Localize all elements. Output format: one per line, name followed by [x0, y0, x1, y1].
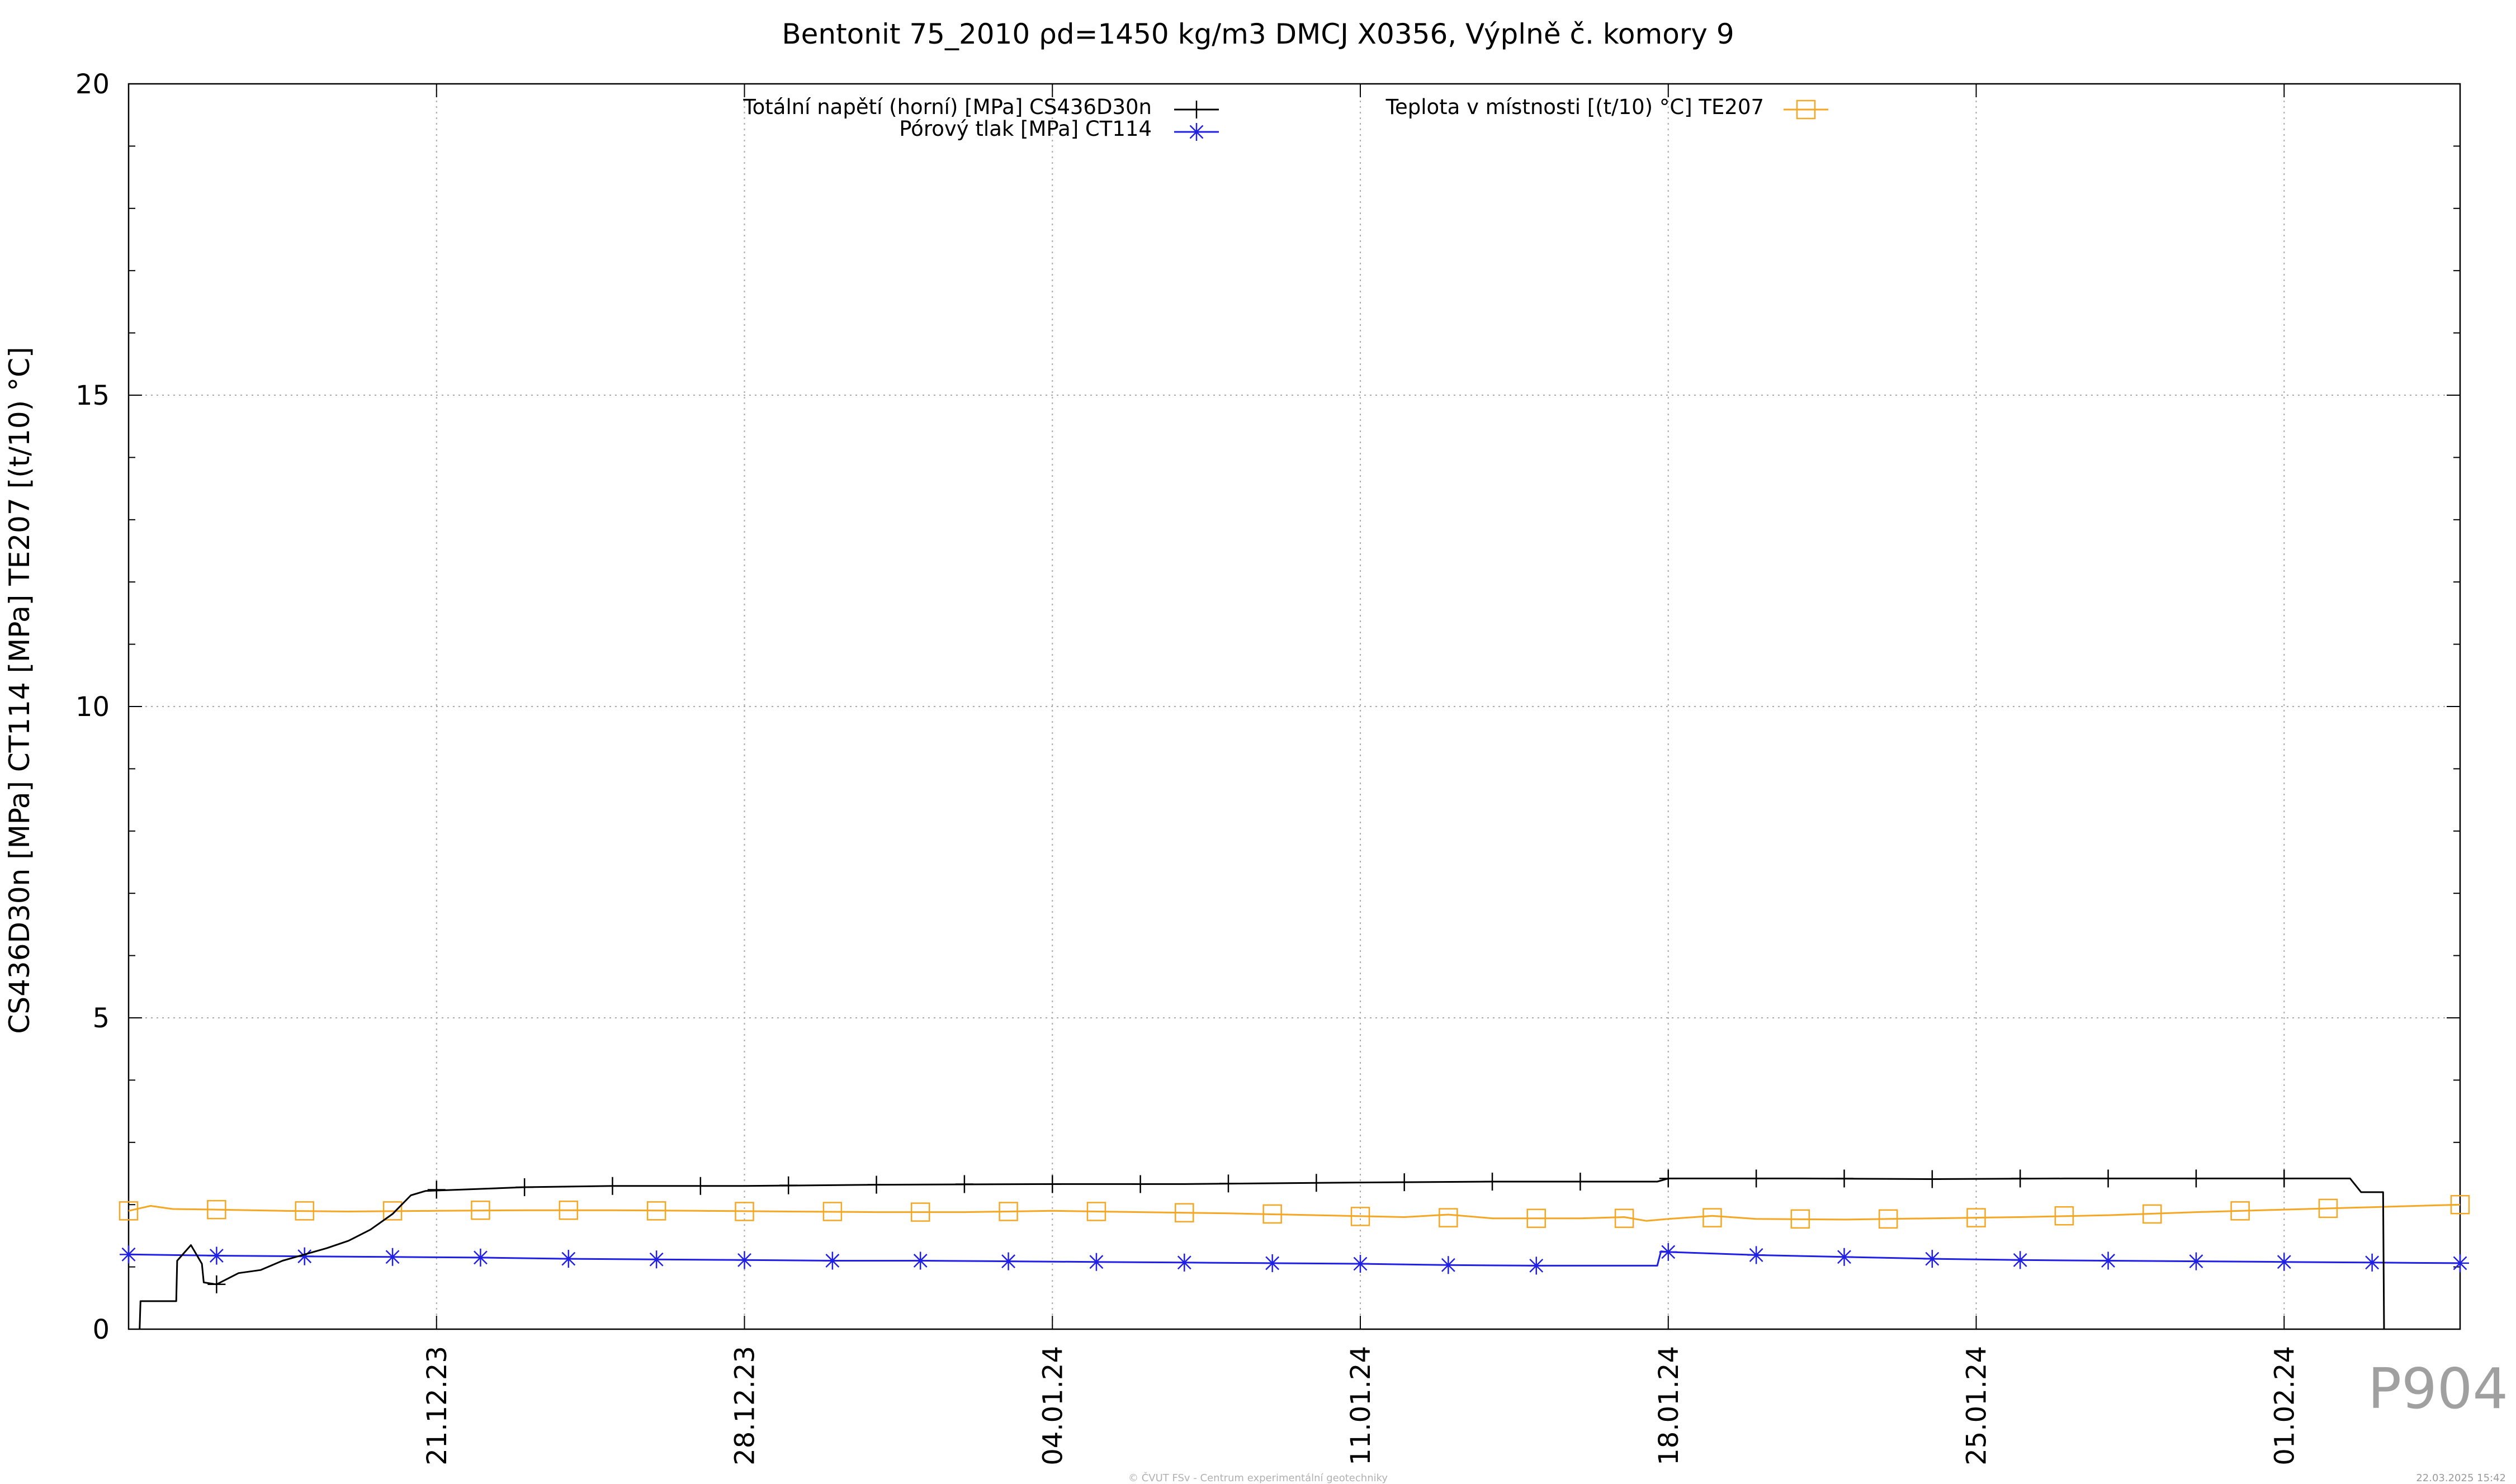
- data-point: [2011, 1251, 2030, 1269]
- data-point: [735, 1251, 754, 1269]
- data-point: [1571, 1172, 1590, 1191]
- data-point: [955, 1175, 973, 1193]
- data-point: [603, 1177, 622, 1195]
- data-point: [1527, 1257, 1545, 1275]
- y-tick-label: 0: [92, 1314, 110, 1345]
- data-point: [1307, 1174, 1326, 1192]
- grid-layer: [129, 84, 2460, 1329]
- x-tick-label: 01.02.24: [2269, 1346, 2300, 1466]
- data-point: [1131, 1175, 1150, 1193]
- plot-frame: [127, 83, 2461, 1330]
- y-tick-label: 10: [75, 691, 110, 723]
- data-point: [1351, 1255, 1370, 1273]
- legend: Totální napětí (horní) [MPa] CS436D30nPó…: [742, 95, 1828, 141]
- x-tick-label: 04.01.24: [1037, 1346, 1068, 1466]
- x-tick-label: 21.12.23: [422, 1346, 453, 1466]
- data-point: [1835, 1169, 1853, 1188]
- data-point: [2363, 1253, 2381, 1272]
- data-point: [2099, 1169, 2117, 1188]
- data-point: [427, 1180, 446, 1199]
- footer-credit: © ČVUT FSv - Centrum experimentální geot…: [1128, 1472, 1388, 1484]
- data-point: [1923, 1170, 1941, 1188]
- axes-layer: 0 5 10 15 20 21.12.23 28.12.23 04.01.24 11.01.24…: [75, 69, 2461, 1466]
- legend-label: Pórový tlak [MPa] CT114: [899, 117, 1152, 141]
- data-point: [207, 1275, 226, 1293]
- series-layer: [119, 1169, 2470, 1330]
- series-2: [119, 1194, 2470, 1229]
- data-point: [867, 1175, 886, 1194]
- legend-marker: [1188, 101, 1205, 118]
- x-tick-label: 28.12.23: [730, 1346, 761, 1466]
- footer-timestamp: 22.03.2025 15:42: [2416, 1472, 2506, 1484]
- legend-marker: [1188, 123, 1205, 141]
- legend-label: Teplota v místnosti [(t/10) °C] TE207: [1385, 95, 1764, 119]
- data-point: [2011, 1169, 2030, 1188]
- data-point: [1702, 1208, 1722, 1227]
- data-point: [559, 1250, 578, 1268]
- data-point: [1263, 1254, 1281, 1272]
- series-0: [139, 1169, 2385, 1330]
- data-point: [1043, 1175, 1062, 1193]
- x-tick-label: 11.01.24: [1345, 1346, 1377, 1466]
- data-point: [647, 1250, 666, 1269]
- data-point: [1659, 1243, 1677, 1261]
- data-point: [207, 1246, 226, 1265]
- data-point: [999, 1252, 1018, 1270]
- y-tick-label: 20: [75, 69, 110, 100]
- y-axis-label: CS436D30n [MPa] CT114 [MPa] TE207 [(t/10…: [3, 347, 36, 1033]
- data-point: [1923, 1250, 1941, 1268]
- data-point: [1439, 1256, 1458, 1274]
- y-tick-label: 5: [92, 1003, 110, 1034]
- data-point: [471, 1248, 490, 1267]
- data-point: [516, 1178, 534, 1197]
- y-tick-label: 15: [75, 380, 110, 411]
- x-tick-label: 25.01.24: [1961, 1346, 1993, 1466]
- chart: 0 5 10 15 20 21.12.23 28.12.23 04.01.24 11.01.24…: [0, 0, 2516, 1481]
- legend-entry-0: Totální napětí (horní) [MPa] CS436D30n: [742, 95, 1219, 119]
- data-point: [691, 1177, 710, 1195]
- data-point: [1835, 1248, 1853, 1266]
- series-1: [120, 1243, 2469, 1275]
- data-point: [2099, 1251, 2117, 1270]
- chart-canvas: 0 5 10 15 20 21.12.23 28.12.23 04.01.24 11.01.24…: [3, 18, 2470, 1466]
- data-point: [1659, 1169, 1677, 1188]
- data-point: [1219, 1174, 1237, 1193]
- data-point: [2187, 1169, 2205, 1188]
- legend-entry-1: Pórový tlak [MPa] CT114: [899, 117, 1219, 141]
- chart-title: Bentonit 75_2010 ρd=1450 kg/m3 DMCJ X035…: [782, 18, 1734, 50]
- data-point: [823, 1251, 841, 1270]
- data-point: [384, 1248, 402, 1266]
- legend-label: Totální napětí (horní) [MPa] CS436D30n: [742, 95, 1152, 119]
- data-point: [2451, 1254, 2469, 1272]
- data-point: [1439, 1208, 1458, 1227]
- data-point: [1747, 1246, 1766, 1264]
- legend-entry-2: Teplota v místnosti [(t/10) °C] TE207: [1385, 95, 1828, 120]
- data-point: [2275, 1253, 2293, 1271]
- data-point: [1747, 1169, 1766, 1188]
- data-point: [1483, 1172, 1502, 1191]
- data-point: [911, 1251, 930, 1270]
- data-point: [1395, 1173, 1413, 1192]
- data-point: [2187, 1252, 2205, 1270]
- data-point: [2275, 1169, 2293, 1188]
- x-tick-label: 18.01.24: [1653, 1346, 1685, 1466]
- data-point: [120, 1245, 138, 1264]
- page-id: P904: [2367, 1356, 2508, 1421]
- data-point: [1175, 1253, 1194, 1272]
- series-line: [128, 1203, 2461, 1222]
- data-point: [779, 1176, 798, 1194]
- data-point: [1087, 1253, 1105, 1271]
